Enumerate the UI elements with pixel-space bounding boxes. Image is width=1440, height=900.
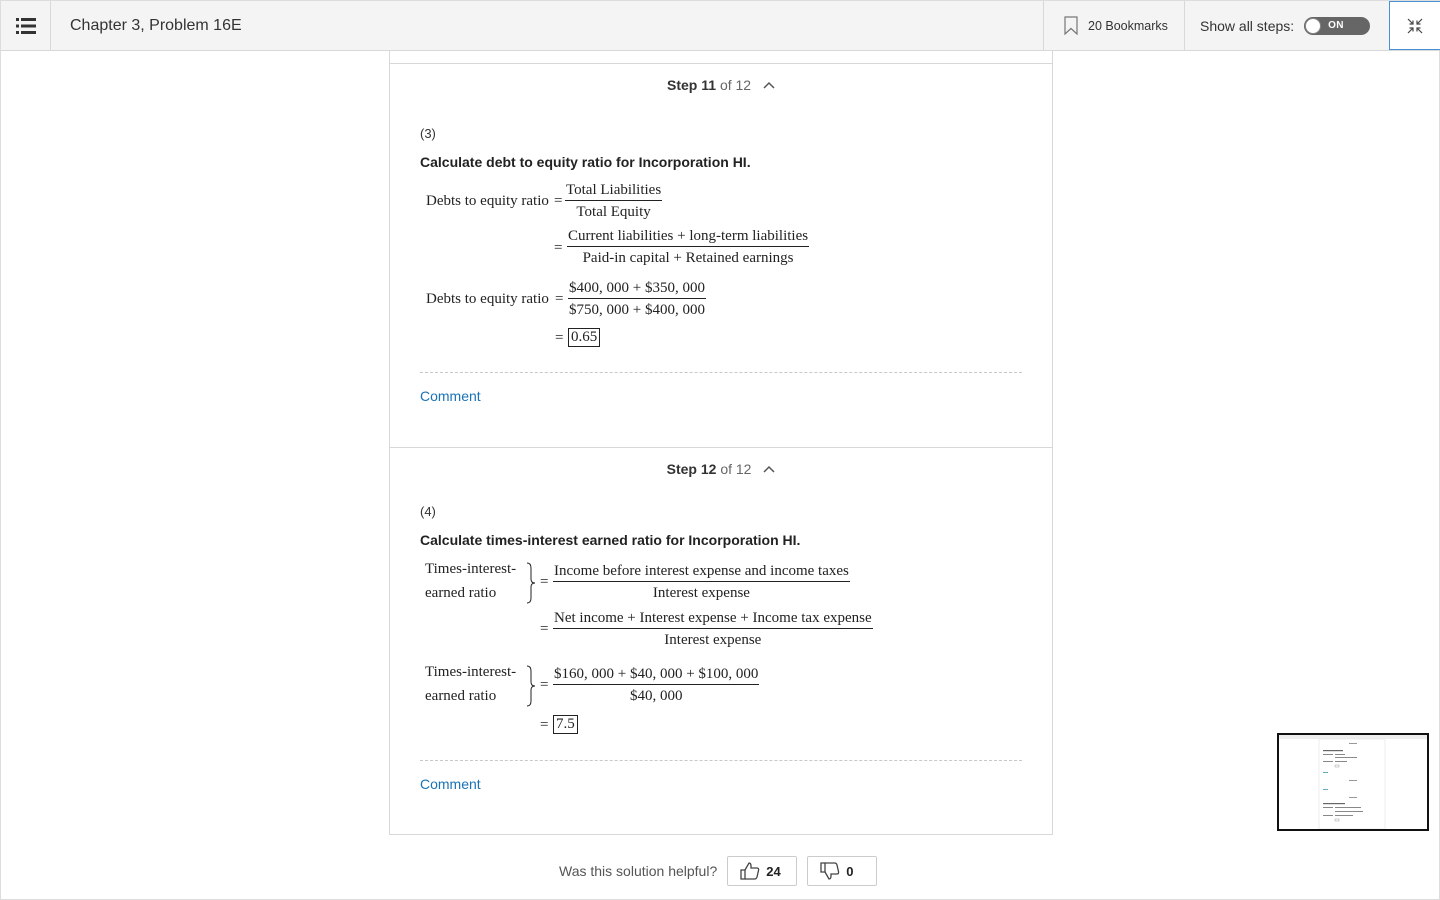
fraction-numerator: Total Liabilities <box>565 182 663 201</box>
fraction-2: Net income + Interest expense + Income t… <box>553 610 873 649</box>
equals-sign: = <box>554 240 563 256</box>
result-value: 7.5 <box>553 715 578 734</box>
fraction-denominator: Paid-in capital + Retained earnings <box>582 250 794 266</box>
show-all-steps-toggle[interactable]: ON <box>1304 16 1371 35</box>
thumbs-up-icon <box>740 862 760 880</box>
step-12-panel: Step 12 of 12 (4) Calculate times-intere… <box>389 447 1053 835</box>
feedback-bar: Was this solution helpful? 24 0 <box>559 855 878 887</box>
list-menu-icon <box>15 17 36 34</box>
step-11-panel: Step 11 of 12 (3) Calculate debt to equi… <box>389 64 1053 448</box>
step-12-part: (4) <box>420 504 436 519</box>
chevron-up-icon[interactable] <box>763 465 775 473</box>
fraction-numerator: Current liabilities + long-term liabilit… <box>567 228 810 247</box>
formula-lhs-line1: Times-interest- <box>425 664 517 680</box>
step-12-formula: Times-interest- earned ratio = Income be… <box>390 560 1050 740</box>
fraction-denominator: Total Equity <box>576 204 651 220</box>
step-11-formula: Debts to equity ratio = Total Liabilitie… <box>390 179 1050 359</box>
fraction-1: Income before interest expense and incom… <box>553 563 850 602</box>
show-all-steps-label: Show all steps: <box>1200 17 1295 34</box>
step-of-total: of 12 <box>719 77 752 93</box>
formula-lhs: Debts to equity ratio <box>426 193 549 209</box>
fraction-denominator: Interest expense <box>652 585 750 601</box>
formula-lhs-line1: Times-interest- <box>425 561 517 577</box>
fraction-2: Current liabilities + long-term liabilit… <box>567 228 810 267</box>
toggle-knob <box>1305 17 1322 34</box>
divider <box>420 372 1022 373</box>
minimap-preview <box>1279 735 1427 829</box>
feedback-question: Was this solution helpful? <box>559 863 718 879</box>
step-11-heading: Calculate debt to equity ratio for Incor… <box>420 154 751 170</box>
fraction-numerator: $400, 000 + $350, 000 <box>568 280 706 299</box>
downvote-count: 0 <box>846 863 854 879</box>
step-11-part: (3) <box>420 126 436 141</box>
formula-lhs-line2: earned ratio <box>425 585 497 601</box>
equals-sign: = <box>540 677 549 693</box>
toggle-label: ON <box>1328 19 1344 31</box>
comment-link[interactable]: Comment <box>420 776 481 792</box>
formula-lhs: Debts to equity ratio <box>426 291 549 307</box>
bookmarks-button[interactable]: 20 Bookmarks <box>1043 1 1184 50</box>
fraction-numerator: Income before interest expense and incom… <box>553 563 850 582</box>
fraction-3: $160, 000 + $40, 000 + $100, 000 $40, 00… <box>553 666 760 705</box>
fraction-denominator: Interest expense <box>664 632 762 648</box>
right-brace <box>526 562 536 604</box>
step-11-header[interactable]: Step 11 of 12 <box>390 64 1052 104</box>
fraction-3: $400, 000 + $350, 000 $750, 000 + $400, … <box>568 280 706 319</box>
thumbs-down-icon <box>820 862 840 880</box>
page-title: Chapter 3, Problem 16E <box>70 16 242 34</box>
fraction-1: Total Liabilities Total Equity <box>565 182 663 221</box>
step-word: Step <box>667 77 698 93</box>
equals-sign: = <box>554 193 563 209</box>
collapse-button[interactable] <box>1389 1 1440 50</box>
step-of-total: of 12 <box>720 461 752 477</box>
collapse-arrows-icon <box>1407 18 1423 33</box>
chevron-up-icon[interactable] <box>763 81 775 89</box>
show-all-steps: Show all steps: ON <box>1184 1 1389 50</box>
bookmarks-label: 20 Bookmarks <box>1088 18 1168 33</box>
equals-sign: = <box>540 621 549 637</box>
fraction-denominator: $750, 000 + $400, 000 <box>569 302 705 318</box>
thumbs-up-button[interactable]: 24 <box>727 856 798 886</box>
thumbs-down-button[interactable]: 0 <box>807 856 878 886</box>
equals-sign: = <box>555 291 564 307</box>
divider <box>420 760 1022 761</box>
step-12-header[interactable]: Step 12 of 12 <box>390 448 1052 488</box>
page-minimap[interactable] <box>1277 733 1429 831</box>
fraction-denominator: $40, 000 <box>629 688 683 704</box>
equals-sign: = <box>555 330 564 346</box>
step-12-heading: Calculate times-interest earned ratio fo… <box>420 532 801 548</box>
fraction-numerator: $160, 000 + $40, 000 + $100, 000 <box>553 666 760 685</box>
bookmark-icon <box>1064 16 1078 35</box>
previous-step-edge <box>389 51 1053 64</box>
step-number: 11 <box>701 77 717 93</box>
equals-sign: = <box>540 717 549 733</box>
upvote-count: 24 <box>766 863 781 879</box>
menu-button[interactable] <box>1 1 51 50</box>
step-number: 12 <box>700 461 717 477</box>
equals-sign: = <box>540 574 549 590</box>
formula-lhs-line2: earned ratio <box>425 688 497 704</box>
comment-link[interactable]: Comment <box>420 388 481 404</box>
fraction-numerator: Net income + Interest expense + Income t… <box>553 610 873 629</box>
right-brace <box>526 665 536 707</box>
top-bar: Chapter 3, Problem 16E 20 Bookmarks Show… <box>1 1 1440 51</box>
result-value: 0.65 <box>568 328 601 347</box>
step-word: Step <box>666 461 697 477</box>
